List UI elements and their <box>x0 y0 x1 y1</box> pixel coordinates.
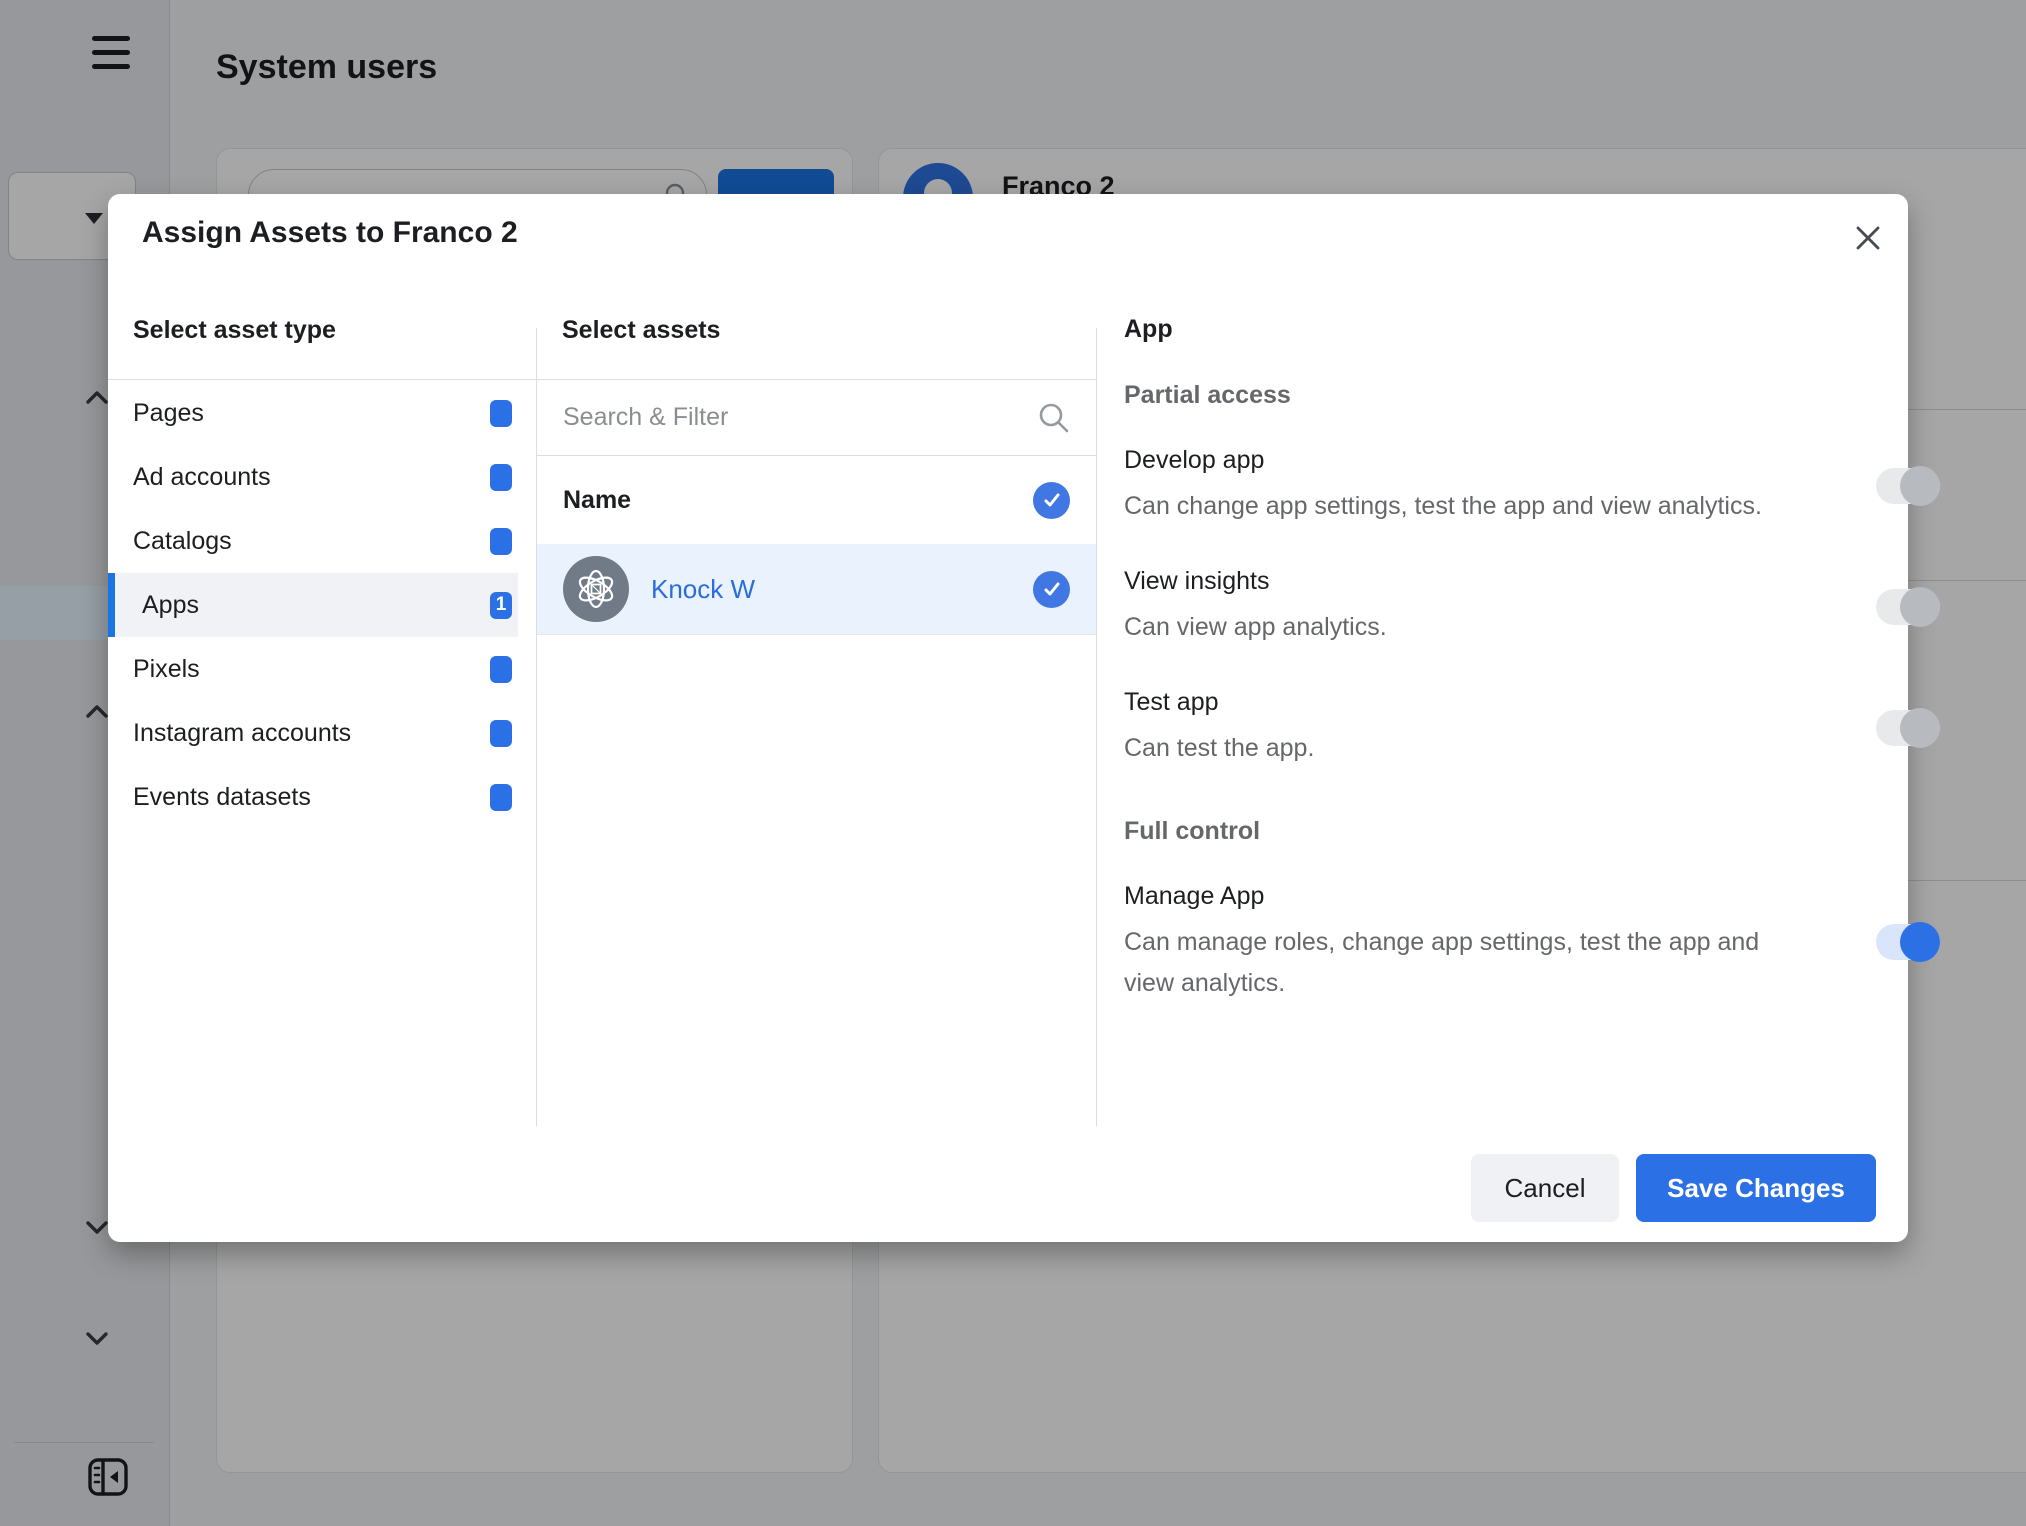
asset-type-label: Catalogs <box>133 527 232 556</box>
asset-name: Knock W <box>651 574 755 605</box>
permission-description: Can view app analytics. <box>1124 607 1387 648</box>
name-column-header: Name <box>563 486 631 515</box>
count-badge <box>490 528 512 555</box>
permission-row: Develop app Can change app settings, tes… <box>1124 444 1940 527</box>
asset-type-label: Instagram accounts <box>133 719 351 748</box>
selected-indicator-bar <box>108 573 115 637</box>
permission-row: View insights Can view app analytics. <box>1124 565 1940 648</box>
count-badge <box>490 656 512 683</box>
assets-name-header-row: Name <box>537 456 1096 544</box>
atom-icon <box>563 556 629 622</box>
modal-title: Assign Assets to Franco 2 <box>142 216 518 250</box>
asset-type-label: Pages <box>133 399 204 428</box>
permission-description: Can test the app. <box>1124 728 1314 769</box>
toggle-on-manage-app[interactable] <box>1876 922 1940 962</box>
permission-label: Manage App <box>1124 880 1774 912</box>
asset-type-header: Select asset type <box>133 316 336 345</box>
permission-row: Test app Can test the app. <box>1124 686 1940 769</box>
close-icon[interactable] <box>1852 222 1884 254</box>
toggle-off-test-app[interactable] <box>1876 708 1940 748</box>
toggle-off-develop-app[interactable] <box>1876 466 1940 506</box>
assign-assets-modal: Assign Assets to Franco 2 Select asset t… <box>108 194 1908 1242</box>
permission-description: Can change app settings, test the app an… <box>1124 486 1762 527</box>
permission-label: View insights <box>1124 565 1387 597</box>
count-badge <box>490 784 512 811</box>
asset-type-label: Events datasets <box>133 783 311 812</box>
count-badge: 1 <box>490 592 512 619</box>
count-badge <box>490 400 512 427</box>
permissions-column: Partial access Develop app Can change ap… <box>1124 380 1940 1004</box>
screen: System users Franco 2 as been gr <box>0 0 2026 1526</box>
assets-header: Select assets <box>562 316 720 345</box>
toggle-off-view-insights[interactable] <box>1876 587 1940 627</box>
asset-type-item-catalogs[interactable]: Catalogs <box>108 509 518 573</box>
count-badge <box>490 720 512 747</box>
cancel-button[interactable]: Cancel <box>1471 1154 1619 1222</box>
count-badge <box>490 464 512 491</box>
assets-column: Name <box>537 380 1096 635</box>
asset-type-list: Pages Ad accounts Catalogs Apps 1 <box>108 381 536 829</box>
asset-list-item[interactable]: Knock W <box>537 544 1096 635</box>
permissions-header: App <box>1124 315 1173 344</box>
asset-type-label: Apps <box>142 591 199 620</box>
search-input[interactable] <box>563 403 1003 432</box>
asset-type-label: Pixels <box>133 655 200 684</box>
asset-type-item-pages[interactable]: Pages <box>108 381 518 445</box>
asset-type-label: Ad accounts <box>133 463 271 492</box>
save-changes-button[interactable]: Save Changes <box>1636 1154 1876 1222</box>
permission-section-heading: Full control <box>1124 816 1940 846</box>
assets-search-row <box>537 380 1096 456</box>
permission-description: Can manage roles, change app settings, t… <box>1124 922 1774 1004</box>
asset-type-item-ad-accounts[interactable]: Ad accounts <box>108 445 518 509</box>
permission-label: Develop app <box>1124 444 1762 476</box>
search-icon <box>1038 402 1070 439</box>
asset-type-item-apps[interactable]: Apps 1 <box>108 573 518 637</box>
permission-section-heading: Partial access <box>1124 380 1940 410</box>
select-all-checkmark[interactable] <box>1033 482 1070 519</box>
permission-label: Test app <box>1124 686 1314 718</box>
divider <box>1096 328 1097 1126</box>
asset-type-item-instagram-accounts[interactable]: Instagram accounts <box>108 701 518 765</box>
modal-footer: Cancel Save Changes <box>1471 1154 1876 1222</box>
permission-row: Manage App Can manage roles, change app … <box>1124 880 1940 1004</box>
asset-type-item-pixels[interactable]: Pixels <box>108 637 518 701</box>
selected-checkmark[interactable] <box>1033 571 1070 608</box>
asset-type-item-events-datasets[interactable]: Events datasets <box>108 765 518 829</box>
